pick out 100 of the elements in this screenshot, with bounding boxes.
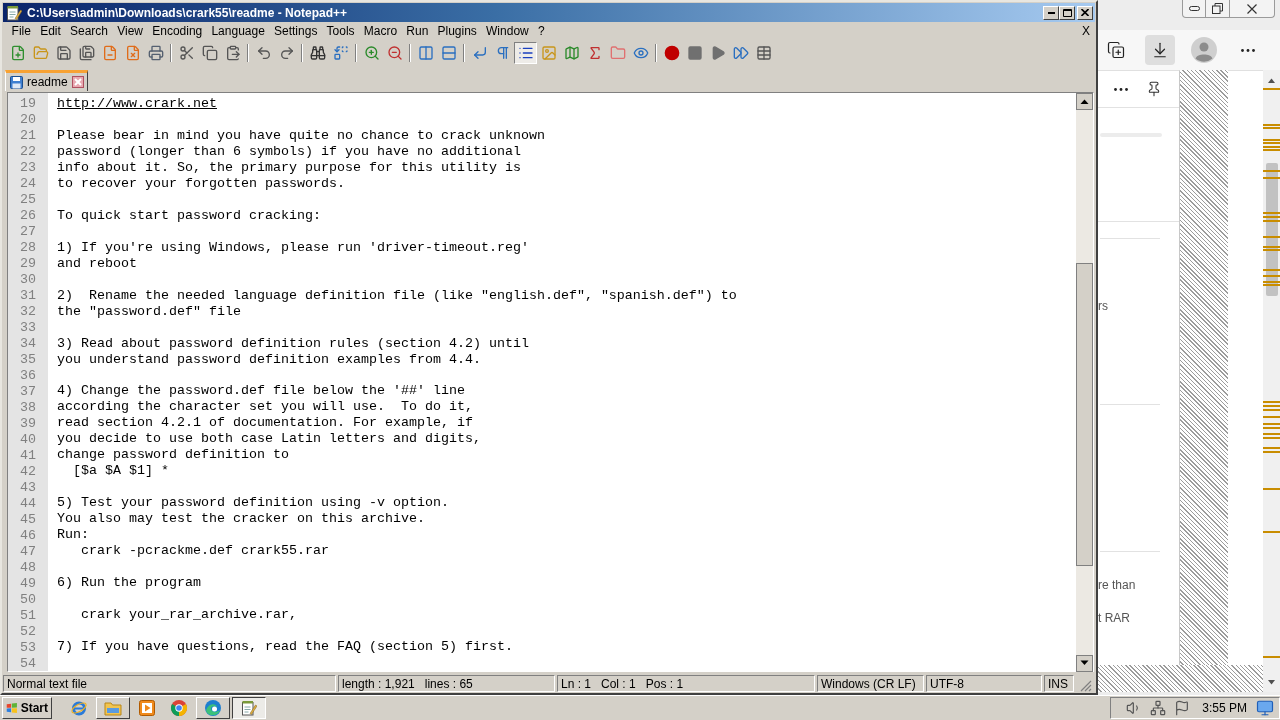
text-line: according the character set you will use. To do it, [57, 399, 473, 416]
folder-icon [609, 45, 626, 61]
menu-item[interactable]: Language [206, 23, 270, 39]
menu-item[interactable]: Encoding [147, 23, 207, 39]
line-number: 20 [20, 112, 36, 128]
text-line: read section 4.2.1 of documentation. For example, if [57, 415, 473, 432]
text-line: you understand password definition examples from 4.4. [57, 351, 481, 368]
table-icon [755, 45, 772, 61]
link[interactable]: http://www.crark.net [57, 96, 217, 112]
menu-item[interactable]: Run [401, 23, 433, 39]
map-icon [563, 45, 580, 61]
text-line: crark -pcrackme.def crark55.rar [80, 543, 329, 560]
downloads-button[interactable] [1145, 35, 1175, 65]
line-number: 22 [20, 144, 36, 160]
close-button[interactable] [1077, 5, 1093, 20]
start-button[interactable]: Start [2, 697, 52, 719]
vertical-scrollbar[interactable] [1076, 93, 1093, 672]
pin-icon[interactable] [1146, 81, 1162, 97]
document-tab[interactable]: readme [5, 70, 88, 91]
panel-text: rs [1098, 299, 1108, 313]
maximize-icon [1062, 8, 1072, 17]
text-line: [$a $A $1] * [72, 463, 169, 480]
redo-icon [278, 45, 295, 61]
zoom-out-icon [386, 45, 403, 61]
line-number: 47 [20, 544, 36, 560]
more-icon [1241, 48, 1255, 52]
replace-icon [332, 45, 349, 61]
browser-icon [170, 699, 188, 717]
menu-item[interactable]: Macro [359, 23, 402, 39]
status-text: Windows (CR LF) [821, 676, 916, 691]
line-number: 27 [20, 224, 36, 240]
notepad-icon [6, 4, 22, 21]
line-number: 43 [20, 480, 36, 496]
taskbar-app-button[interactable] [232, 697, 266, 719]
close-icon [1081, 9, 1089, 16]
text-line: crark your_rar_archive.rar, [80, 607, 297, 624]
folder-icon [104, 700, 122, 716]
zoom-in-icon [363, 45, 380, 61]
line-number: 28 [20, 240, 36, 256]
file-x-icon [124, 45, 141, 61]
stop-icon [686, 45, 703, 61]
text-line: 4) Change the password.def file below the '##' line [57, 383, 465, 400]
status-text: INS [1048, 676, 1068, 691]
profile-button[interactable] [1189, 35, 1219, 65]
printer-icon [147, 45, 164, 61]
line-number: 23 [20, 160, 36, 176]
text-line: 3) Read about password definition rules (section 4.2) until [57, 335, 529, 352]
text-line: you decide to use both case Latin letters and digits, [57, 431, 481, 448]
resize-grip-icon[interactable] [1080, 680, 1092, 692]
clipboard-icon [224, 45, 241, 61]
menu-item[interactable]: Edit [35, 23, 66, 39]
status-text: Ln : 1 [561, 676, 592, 691]
desktop-icon[interactable] [1256, 699, 1274, 717]
close-document-button[interactable]: X [1082, 23, 1090, 39]
folder-open-icon [32, 45, 49, 61]
menu-item[interactable]: File [7, 23, 36, 39]
menu-item[interactable]: Settings [269, 23, 322, 39]
text-line: password (longer than 6 symbols) if you have no additional [57, 143, 521, 160]
menu-item[interactable]: Plugins [432, 23, 482, 39]
floppies-icon [78, 45, 95, 61]
indent-guide-button[interactable] [514, 42, 537, 64]
line-number: 46 [20, 528, 36, 544]
line-number: 41 [20, 448, 36, 464]
line-number: 38 [20, 400, 36, 416]
rows-icon [440, 45, 457, 61]
line-number: 36 [20, 368, 36, 384]
restore-icon [1212, 3, 1223, 14]
close-icon[interactable] [71, 76, 84, 88]
line-number: 48 [20, 560, 36, 576]
status-text: Col : 1 [601, 676, 636, 691]
image-icon [540, 45, 557, 61]
flag-icon[interactable] [1174, 700, 1191, 716]
more-icon[interactable] [1114, 87, 1128, 91]
text-line: 7) If you have questions, read the FAQ (section 5) first. [57, 639, 513, 656]
browser-icon [204, 699, 222, 717]
menu-item[interactable]: Tools [321, 23, 360, 39]
window-title: C:\Users\admin\Downloads\crark55\readme - Notepad++ [27, 5, 348, 20]
menu-item[interactable]: View [112, 23, 148, 39]
line-number: 30 [20, 272, 36, 288]
download-icon [1151, 41, 1169, 59]
line-number: 29 [20, 256, 36, 272]
menu-item[interactable]: Window [481, 23, 534, 39]
text-line: 1) If you're using Windows, please run 'driver-timeout.reg' [57, 239, 529, 256]
status-text: Pos : 1 [645, 676, 684, 691]
line-number: 21 [20, 128, 36, 144]
line-number: 33 [20, 320, 36, 336]
text-line: info about it. So, the primary purpose for this utility is [57, 159, 521, 176]
menu-item[interactable]: Search [65, 23, 113, 39]
text-line: change password definition to [57, 447, 289, 464]
line-number: 31 [20, 288, 36, 304]
line-number: 53 [20, 640, 36, 656]
text-line: the "password.def" file [57, 303, 241, 320]
text-editor[interactable] [7, 92, 1094, 672]
network-icon[interactable] [1150, 700, 1167, 716]
return-arrow-icon [471, 45, 488, 61]
avatar-icon [1191, 37, 1217, 63]
line-number: 40 [20, 432, 36, 448]
menu-item[interactable]: ? [533, 23, 550, 39]
maximize-button[interactable] [1059, 5, 1075, 20]
line-number: 44 [20, 496, 36, 512]
